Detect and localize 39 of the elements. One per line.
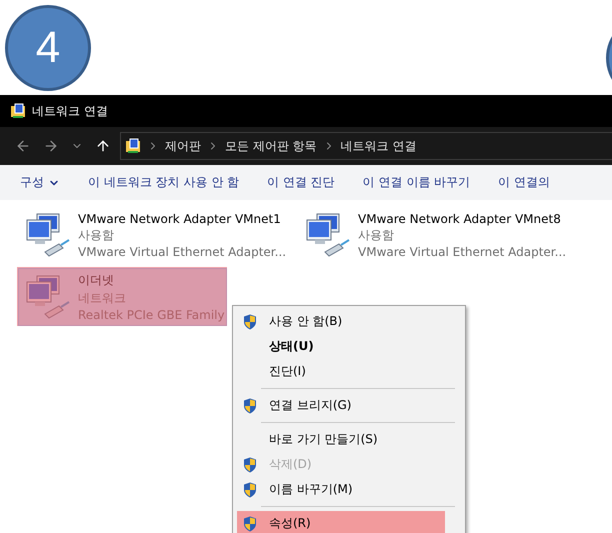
address-field[interactable]: 제어판 모든 제어판 항목 네트워크 연결	[120, 132, 612, 160]
command-button[interactable]: 이 연결의	[498, 174, 550, 191]
connection-item[interactable]: VMware Network Adapter VMnet1 사용함 VMware Virtual Ethernet Adapter...	[18, 206, 288, 264]
forward-arrow-icon[interactable]	[43, 138, 59, 154]
connection-name: VMware Network Adapter VMnet8	[358, 212, 562, 226]
shield-icon	[243, 456, 257, 472]
menu-item[interactable]: 바로 가기 만들기(S)	[233, 427, 465, 452]
connection-name: VMware Network Adapter VMnet1	[78, 212, 282, 226]
window-title: 네트워크 연결	[32, 102, 108, 120]
step-number-badge: 4	[5, 5, 91, 91]
network-folder-icon	[125, 138, 141, 154]
back-arrow-icon[interactable]	[15, 138, 31, 154]
connection-name: 이더넷	[78, 272, 115, 289]
command-button[interactable]: 구성	[20, 174, 60, 191]
menu-item[interactable]: 진단(I)	[233, 359, 465, 384]
menu-item[interactable]: 이름 바꾸기(M)	[233, 477, 465, 502]
menu-item[interactable]: 상태(U)	[233, 334, 465, 359]
command-button[interactable]: 이 네트워크 장치 사용 안 함	[88, 174, 240, 191]
menu-item[interactable]: 속성(R)	[237, 511, 445, 533]
command-button[interactable]: 이 연결 진단	[267, 174, 335, 191]
connection-item[interactable]: VMware Network Adapter VMnet8 사용함 VMware Virtual Ethernet Adapter...	[298, 206, 568, 264]
network-folder-icon	[10, 103, 26, 119]
breadcrumb[interactable]: 네트워크 연결	[340, 138, 416, 154]
adapter-name: VMware Virtual Ethernet Adapter...	[78, 244, 286, 258]
connection-status: 사용함	[358, 226, 395, 244]
menu-item[interactable]: 사용 안 함(B)	[233, 309, 465, 334]
shield-icon	[243, 398, 257, 414]
adapter-name: Realtek PCIe GBE Family	[78, 308, 225, 322]
menu-item[interactable]: 연결 브리지(G)	[233, 393, 465, 418]
shield-icon	[243, 314, 257, 330]
adapter-name: VMware Virtual Ethernet Adapter...	[358, 244, 566, 258]
shield-icon	[243, 482, 257, 498]
shield-icon	[243, 516, 257, 532]
connection-status: 네트워크	[78, 290, 127, 307]
breadcrumb[interactable]: 제어판	[165, 138, 201, 154]
connection-status: 사용함	[78, 226, 115, 244]
connection-item[interactable]: 이더넷 네트워크 Realtek PCIe GBE Family	[18, 268, 227, 326]
breadcrumb[interactable]: 모든 제어판 항목	[225, 138, 317, 154]
command-button[interactable]: 이 연결 이름 바꾸기	[362, 174, 470, 191]
